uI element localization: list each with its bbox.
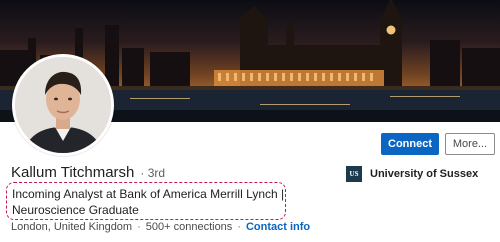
contact-info-link[interactable]: Contact info <box>246 221 310 233</box>
separator: · <box>237 221 241 233</box>
profile-headline: Incoming Analyst at Bank of America Merr… <box>6 182 286 220</box>
name-row: Kallum Titchmarsh · 3rd <box>11 164 165 181</box>
location: London, United Kingdom <box>11 221 133 233</box>
headline-line-1: Incoming Analyst at Bank of America Merr… <box>12 187 285 201</box>
avatar-icon <box>15 57 111 153</box>
profile-name: Kallum Titchmarsh <box>11 164 135 181</box>
connection-degree: · 3rd <box>140 166 166 180</box>
university-logo-icon: US <box>346 166 362 182</box>
profile-meta: London, United Kingdom · 500+ connections ·… <box>11 221 310 233</box>
connections-count[interactable]: 500+ connections <box>146 221 233 233</box>
school-name[interactable]: University of Sussex <box>370 168 478 180</box>
more-button[interactable]: More... <box>445 133 495 155</box>
connect-button[interactable]: Connect <box>381 133 439 155</box>
profile-photo[interactable] <box>12 54 114 156</box>
education-summary[interactable]: US University of Sussex <box>346 166 478 182</box>
headline-line-2: Neuroscience Graduate <box>12 203 139 217</box>
separator: · <box>137 221 141 233</box>
